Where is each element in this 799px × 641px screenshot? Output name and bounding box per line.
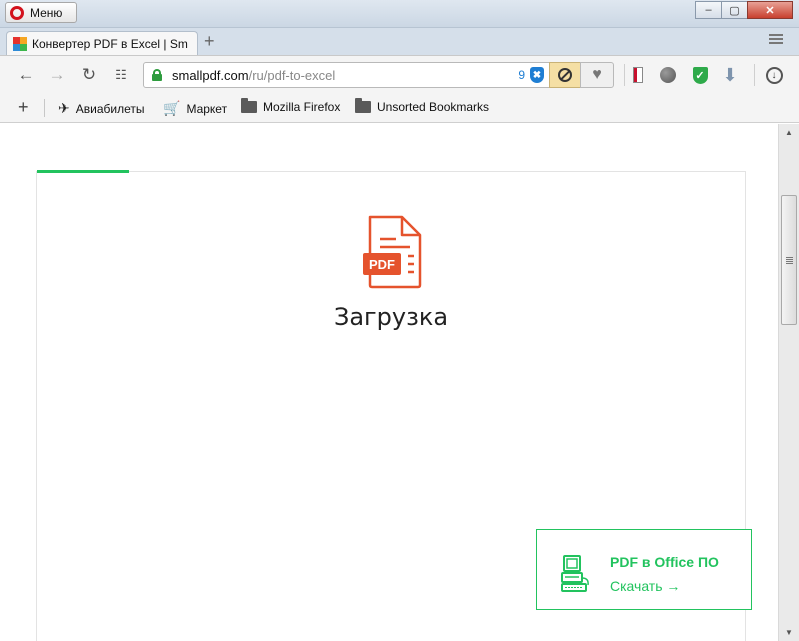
opera-menu-button[interactable]: Меню — [5, 2, 77, 23]
address-bar[interactable]: smallpdf.com/ru/pdf-to-excel 9 ✖ — [143, 62, 550, 88]
bookmarks-bar: + ✈ Авиабилеты 🛒 Маркет Mozilla Firefox … — [0, 93, 799, 123]
bookmark-folder-unsorted[interactable]: Unsorted Bookmarks — [355, 98, 490, 114]
toolbar-divider — [624, 64, 625, 86]
tab-title: Конвертер PDF в Excel | Sm — [32, 36, 188, 51]
desktop-computer-icon — [561, 555, 589, 592]
tab-strip: Конвертер PDF в Excel | Sm + — [0, 28, 799, 55]
minimize-button[interactable]: – — [695, 1, 722, 19]
upload-progress-bar — [37, 170, 745, 173]
extension-shield-button[interactable]: ✓ — [690, 65, 710, 85]
folder-icon — [241, 98, 257, 113]
upload-status-title: Загрузка — [333, 303, 449, 331]
book-icon — [633, 67, 643, 83]
scroll-down-arrow-icon[interactable]: ▼ — [779, 624, 799, 641]
plane-icon: ✈ — [58, 100, 70, 116]
bookmark-heart-button[interactable]: ♥ — [580, 62, 614, 88]
url-domain: smallpdf.com — [172, 67, 249, 83]
adblock-toggle-button[interactable] — [549, 62, 581, 88]
vertical-scrollbar[interactable]: ▲ ▼ — [778, 124, 799, 641]
url-text[interactable]: smallpdf.com/ru/pdf-to-excel — [172, 68, 335, 83]
arrow-right-icon: → — [48, 65, 66, 84]
folder-icon — [355, 98, 371, 113]
bookmark-label: Авиабилеты — [75, 101, 145, 116]
menu-label: Меню — [30, 5, 63, 20]
grid-icon: ☷ — [115, 67, 127, 82]
adblock-shield-icon[interactable]: ✖ — [530, 67, 544, 83]
speed-dial-button[interactable]: ☷ — [110, 64, 132, 86]
back-button[interactable]: ← — [15, 64, 37, 86]
grip-icon — [785, 256, 793, 265]
extension-download-arrow-button[interactable]: ⬇ — [720, 65, 740, 85]
downloads-button[interactable]: ↓ — [764, 65, 784, 85]
window-titlebar: Меню – ▢ ✕ — [0, 0, 799, 28]
bookmark-market[interactable]: 🛒 Маркет — [163, 100, 227, 117]
smallpdf-favicon-icon — [13, 36, 27, 51]
opera-logo-icon — [10, 5, 24, 20]
upload-progress-fill — [37, 170, 130, 173]
forward-button[interactable]: → — [46, 64, 68, 86]
new-tab-button[interactable]: + — [204, 32, 215, 50]
reload-icon: ↻ — [81, 65, 97, 84]
bookmark-folder-mozilla-firefox[interactable]: Mozilla Firefox — [241, 98, 341, 114]
office-download-promo[interactable]: PDF в Office ПО Скачать → — [536, 529, 752, 610]
tab-active[interactable]: Конвертер PDF в Excel | Sm — [6, 31, 198, 55]
globe-icon — [660, 67, 676, 83]
bookmark-label: Mozilla Firefox — [263, 100, 341, 114]
extension-globe-button[interactable] — [658, 65, 678, 85]
window-controls: – ▢ ✕ — [695, 1, 793, 19]
bookmark-label: Unsorted Bookmarks — [377, 100, 490, 114]
page-viewport: PDF Загрузка PDF в Office ПО Скачать → — [0, 124, 778, 641]
bookmark-label: Маркет — [186, 101, 228, 116]
add-bookmark-button[interactable]: + — [18, 97, 29, 118]
maximize-button[interactable]: ▢ — [721, 1, 748, 19]
scroll-up-arrow-icon[interactable]: ▲ — [779, 124, 799, 141]
shield-check-icon: ✓ — [692, 66, 708, 84]
blocked-ads-count: 9 — [518, 68, 525, 82]
tab-menu-icon[interactable] — [769, 34, 783, 46]
cart-icon: 🛒 — [163, 100, 181, 116]
bookmark-aviabilety[interactable]: ✈ Авиабилеты — [58, 100, 144, 117]
download-icon: ↓ — [765, 66, 783, 84]
extension-book-button[interactable] — [628, 65, 648, 85]
arrow-left-icon: ← — [17, 65, 35, 84]
pdf-badge-text: PDF — [369, 257, 395, 272]
navigation-toolbar: ← → ↻ ☷ smallpdf.com/ru/pdf-to-excel 9 ✖… — [0, 55, 799, 93]
url-path: /ru/pdf-to-excel — [248, 67, 336, 83]
bookmarks-divider — [44, 99, 45, 117]
block-icon — [558, 68, 572, 82]
down-arrow-icon: ⬇ — [722, 64, 738, 85]
close-button[interactable]: ✕ — [747, 1, 793, 19]
heart-icon: ♥ — [592, 66, 602, 83]
pdf-file-icon: PDF — [363, 215, 422, 289]
lock-icon — [152, 69, 162, 81]
scrollbar-thumb[interactable] — [781, 195, 797, 325]
reload-button[interactable]: ↻ — [78, 64, 100, 86]
promo-title: PDF в Office ПО — [610, 554, 719, 570]
toolbar-divider — [754, 64, 755, 86]
promo-download-link[interactable]: Скачать → — [610, 578, 680, 594]
